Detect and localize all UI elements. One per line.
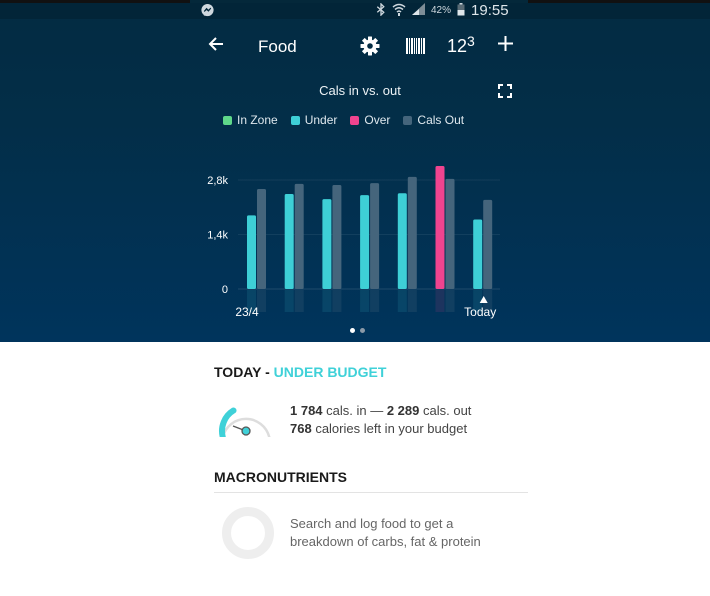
app-bar: Food 123: [0, 33, 710, 63]
bar-cals-in: [322, 199, 332, 289]
chart-title: Cals in vs. out: [319, 83, 401, 98]
macro-donut-empty: [222, 507, 274, 559]
legend-label: In Zone: [237, 113, 278, 127]
legend-item-under: Under: [290, 113, 338, 127]
wifi-icon: [392, 3, 406, 19]
today-summary-title: TODAY - UNDER BUDGET: [214, 364, 386, 380]
macronutrients-title: MACRONUTRIENTS: [214, 469, 347, 485]
today-label: TODAY -: [214, 364, 274, 380]
chart-legend: In Zone Under Over Cals Out: [223, 113, 464, 127]
legend-swatch: [290, 115, 300, 125]
battery-percent: 42%: [431, 5, 452, 16]
chart-panel: 42% 19:55 Food 123 Cals in vs. out In Zo…: [0, 1, 710, 342]
plus-icon[interactable]: [497, 35, 514, 57]
bar-cals-out: [257, 188, 266, 289]
page-dot-active[interactable]: [350, 328, 355, 333]
bar-reflection: [370, 290, 380, 312]
legend-label: Cals Out: [417, 113, 465, 127]
gear-icon[interactable]: [360, 36, 380, 61]
messenger-icon: [200, 3, 215, 23]
bar-cals-out: [294, 183, 304, 289]
budget-status: UNDER BUDGET: [273, 364, 387, 380]
cals-in-value: 1 784: [290, 403, 323, 418]
legend-item-over: Over: [350, 113, 390, 127]
bar-cals-out: [483, 199, 493, 289]
budget-gauge-icon: [218, 399, 278, 442]
bar-cals-in: [435, 165, 445, 289]
budget-line: 768 calories left in your budget: [290, 420, 471, 438]
legend-label: Over: [364, 113, 391, 127]
barcode-icon[interactable]: [406, 38, 425, 59]
bar-reflection: [435, 290, 445, 312]
cals-out-value: 2 289: [386, 403, 420, 418]
gauge-hub: [241, 426, 251, 436]
bar-reflection: [407, 290, 417, 312]
number-entry-sup: 3: [467, 33, 475, 49]
cals-in-unit: cals. in —: [322, 403, 387, 418]
signal-icon: [412, 3, 425, 18]
expand-icon[interactable]: [498, 84, 512, 103]
bar-cals-in: [247, 215, 256, 289]
bar-reflection: [332, 290, 342, 312]
clock: 19:55: [471, 2, 509, 19]
battery-icon: [457, 2, 465, 19]
y-tick-label: 2,8k: [207, 175, 228, 187]
legend-swatch: [350, 115, 360, 125]
today-summary-text: 1 784 cals. in — 2 289 cals. out 768 cal…: [290, 402, 471, 438]
arrow-left-icon[interactable]: [207, 35, 225, 58]
bar-cals-in: [360, 195, 370, 289]
cals-left-value: 768: [290, 421, 312, 436]
bar-reflection: [284, 290, 294, 312]
legend-item-cals-out: Cals Out: [403, 113, 464, 127]
x-tick-label: Today: [464, 305, 496, 319]
cals-chart[interactable]: 0 1,4k 2,8k 23/4 Today: [190, 153, 520, 323]
bar-cals-out: [445, 178, 455, 289]
bar-reflection: [294, 290, 304, 312]
number-entry-icon[interactable]: 123: [447, 33, 475, 57]
x-tick-label: 23/4: [235, 305, 259, 319]
bar-cals-out: [407, 176, 417, 289]
bar-reflection: [322, 290, 332, 312]
macro-empty-line2: breakdown of carbs, fat & protein: [290, 534, 481, 549]
legend-swatch: [223, 115, 232, 125]
cals-out-unit: cals. out: [419, 403, 472, 418]
cals-line: 1 784 cals. in — 2 289 cals. out: [290, 402, 471, 420]
status-bar: 42% 19:55: [0, 1, 710, 19]
bar-cals-in: [284, 194, 294, 289]
bar-cals-in: [473, 219, 483, 289]
number-entry-base: 12: [447, 36, 468, 56]
page-indicator: [350, 328, 365, 333]
divider: [214, 492, 528, 493]
legend-swatch: [403, 115, 413, 125]
y-tick-label: 0: [222, 284, 228, 296]
legend-item-in-zone: In Zone: [223, 113, 278, 127]
bar-cals-out: [370, 183, 380, 289]
macro-empty-line1: Search and log food to get a: [290, 516, 454, 531]
bar-cals-out: [332, 185, 342, 289]
y-tick-label: 1,4k: [207, 230, 228, 242]
bar-reflection: [360, 290, 370, 312]
macro-empty-message: Search and log food to get a breakdown o…: [290, 515, 481, 551]
cals-left-text: calories left in your budget: [311, 421, 468, 436]
bluetooth-icon: [376, 1, 386, 19]
bar-cals-in: [397, 193, 407, 289]
page-dot[interactable]: [360, 328, 365, 333]
legend-label: Under: [304, 113, 338, 127]
bar-reflection: [445, 290, 455, 312]
page-title: Food: [258, 37, 297, 56]
bar-reflection: [397, 290, 407, 312]
